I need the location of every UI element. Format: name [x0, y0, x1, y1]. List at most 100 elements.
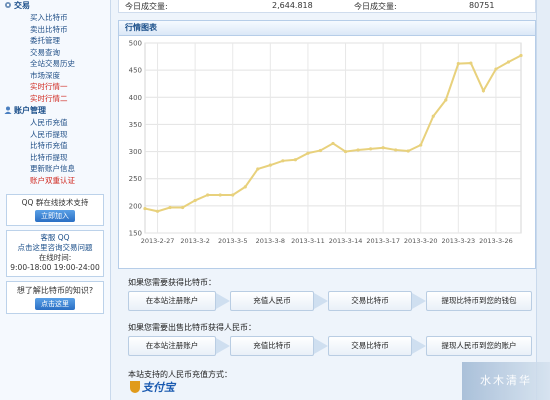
today-volume-label: 今日成交量:: [125, 2, 168, 11]
y-tick-label: 500: [129, 40, 142, 48]
y-tick-label: 450: [129, 67, 142, 75]
learn-title: 想了解比特币的知识?: [16, 286, 94, 295]
account-item[interactable]: 比特币提现: [0, 152, 110, 164]
alipay-logo[interactable]: 支付宝: [130, 380, 175, 396]
price-point: [181, 205, 185, 210]
price-point: [494, 67, 498, 71]
account-title-label: 账户管理: [14, 106, 46, 115]
buy_flow-step-button[interactable]: 在本站注册账户: [128, 291, 216, 311]
account-menu: 人民币充值 人民币提现 比特币充值 比特币提现 更新账户信息 账户双重认证: [0, 117, 110, 186]
trade-section-title: 交易: [0, 0, 110, 11]
account-item[interactable]: 账户双重认证: [0, 175, 110, 187]
price-point: [206, 193, 210, 197]
y-tick-label: 200: [129, 202, 142, 210]
qq-group-title: QQ 群在线技术支持: [21, 198, 89, 207]
trade-item[interactable]: 全站交易历史: [0, 58, 110, 70]
watermark-text: 水木清华: [480, 374, 532, 387]
price-point: [193, 198, 197, 203]
trade-item[interactable]: 市场深度: [0, 70, 110, 82]
service-hours-label: 在线时间:: [38, 253, 72, 262]
sell_flow-step-button[interactable]: 提现人民币到您的账户: [426, 336, 532, 356]
y-tick-label: 350: [129, 121, 142, 129]
x-tick-label: 2013-3-5: [218, 237, 248, 245]
price-point: [456, 62, 460, 66]
price-point: [381, 146, 385, 150]
price-point: [306, 151, 310, 155]
price-point: [481, 89, 485, 93]
price-point: [394, 148, 398, 152]
sell_flow-step-button[interactable]: 在本站注册账户: [128, 336, 216, 356]
price-point: [444, 98, 448, 102]
today-count-value: 80751: [469, 1, 495, 10]
alipay-shield-icon: [130, 381, 140, 393]
trade-item[interactable]: 委托管理: [0, 35, 110, 47]
price-point: [143, 206, 147, 211]
account-item[interactable]: 更新账户信息: [0, 163, 110, 175]
price-point: [168, 205, 172, 210]
x-tick-label: 2013-3-17: [366, 237, 400, 245]
learn-more-button[interactable]: 点击这里: [35, 298, 75, 310]
price-point: [293, 158, 297, 162]
sell_flow-step-button[interactable]: 充值比特币: [230, 336, 314, 356]
chart-panel-title: 行情图表: [119, 21, 535, 36]
alipay-logo-text: 支付宝: [142, 381, 175, 394]
main-content: 今日成交量: 2,644.818 今日成交量: 80751 行情图表 150 20…: [118, 0, 536, 400]
sell_flow-step-button[interactable]: 交易比特币: [328, 336, 412, 356]
price-point: [406, 149, 410, 153]
trade-title-label: 交易: [14, 1, 30, 10]
x-tick-label: 2013-3-8: [256, 237, 286, 245]
y-tick-label: 250: [129, 175, 142, 183]
price-point: [318, 148, 323, 153]
watermark-image: 水木清华: [462, 362, 550, 400]
price-point: [268, 163, 272, 167]
account-item[interactable]: 人民币提现: [0, 129, 110, 141]
buy_flow-step-button[interactable]: 交易比特币: [328, 291, 412, 311]
arrow-right-icon: [216, 293, 230, 309]
x-tick-label: 2013-3-23: [442, 237, 476, 245]
trade-item[interactable]: 买入比特币: [0, 12, 110, 24]
price-chart: 1502002503003504004505002013-2-27 2013-3-…: [129, 40, 523, 245]
service-desc[interactable]: 点击这里咨询交易问题: [7, 243, 103, 253]
x-tick-label: 2013-3-26: [479, 237, 513, 245]
join-qq-group-button[interactable]: 立即加入: [35, 210, 75, 222]
today-count-label: 今日成交量:: [354, 2, 397, 11]
service-title: 客服 QQ: [40, 233, 70, 242]
user-icon: [4, 106, 12, 114]
price-point: [331, 141, 335, 146]
learn-box: 想了解比特币的知识? 点击这里: [6, 281, 104, 314]
arrow-right-icon: [412, 338, 426, 354]
trade-item[interactable]: 实时行情二: [0, 93, 110, 105]
account-item[interactable]: 人民币充值: [0, 117, 110, 129]
price-point: [243, 185, 247, 189]
x-tick-label: 2013-3-11: [291, 237, 325, 245]
chart-panel: 行情图表 150 200 250 300 350 400 450 500 2013-2-27 20…: [118, 20, 536, 269]
buy_flow-step-button[interactable]: 充值人民币: [230, 291, 314, 311]
payment-title: 本站支持的人民币充值方式：: [128, 370, 232, 379]
trade-item[interactable]: 实时行情一: [0, 81, 110, 93]
arrow-right-icon: [314, 338, 328, 354]
price-point: [218, 193, 222, 197]
price-point: [469, 61, 473, 65]
account-section-title: 账户管理: [0, 105, 110, 116]
buy_flow-step-button[interactable]: 提现比特币到您的钱包: [426, 291, 532, 311]
price-point: [256, 167, 260, 171]
x-tick-label: 2013-3-20: [404, 237, 438, 245]
x-tick-label: 2013-3-2: [180, 237, 210, 245]
today-volume-value: 2,644.818: [272, 1, 313, 10]
plot-area: [144, 42, 522, 234]
x-tick-label: 2013-3-14: [329, 237, 363, 245]
price-point: [155, 209, 160, 213]
gear-icon: [4, 1, 12, 9]
price-point: [431, 114, 435, 118]
service-box: 客服 QQ 点击这里咨询交易问题 在线时间: 9:00-18:00 19:00-…: [6, 230, 104, 277]
y-tick-label: 300: [129, 148, 142, 156]
account-item[interactable]: 比特币充值: [0, 140, 110, 152]
x-tick-label: 2013-2-27: [141, 237, 175, 245]
vertical-scrollbar[interactable]: [536, 0, 550, 400]
price-point: [419, 143, 423, 147]
trade-item[interactable]: 交易查询: [0, 47, 110, 59]
buy-flow-title: 如果您需要获得比特币：: [128, 278, 216, 287]
qq-group-box: QQ 群在线技术支持 立即加入: [6, 194, 104, 226]
sidebar: 交易 买入比特币 卖出比特币 委托管理 交易查询 全站交易历史 市场深度 实时行情一 实时行情…: [0, 0, 111, 400]
trade-item[interactable]: 卖出比特币: [0, 24, 110, 36]
